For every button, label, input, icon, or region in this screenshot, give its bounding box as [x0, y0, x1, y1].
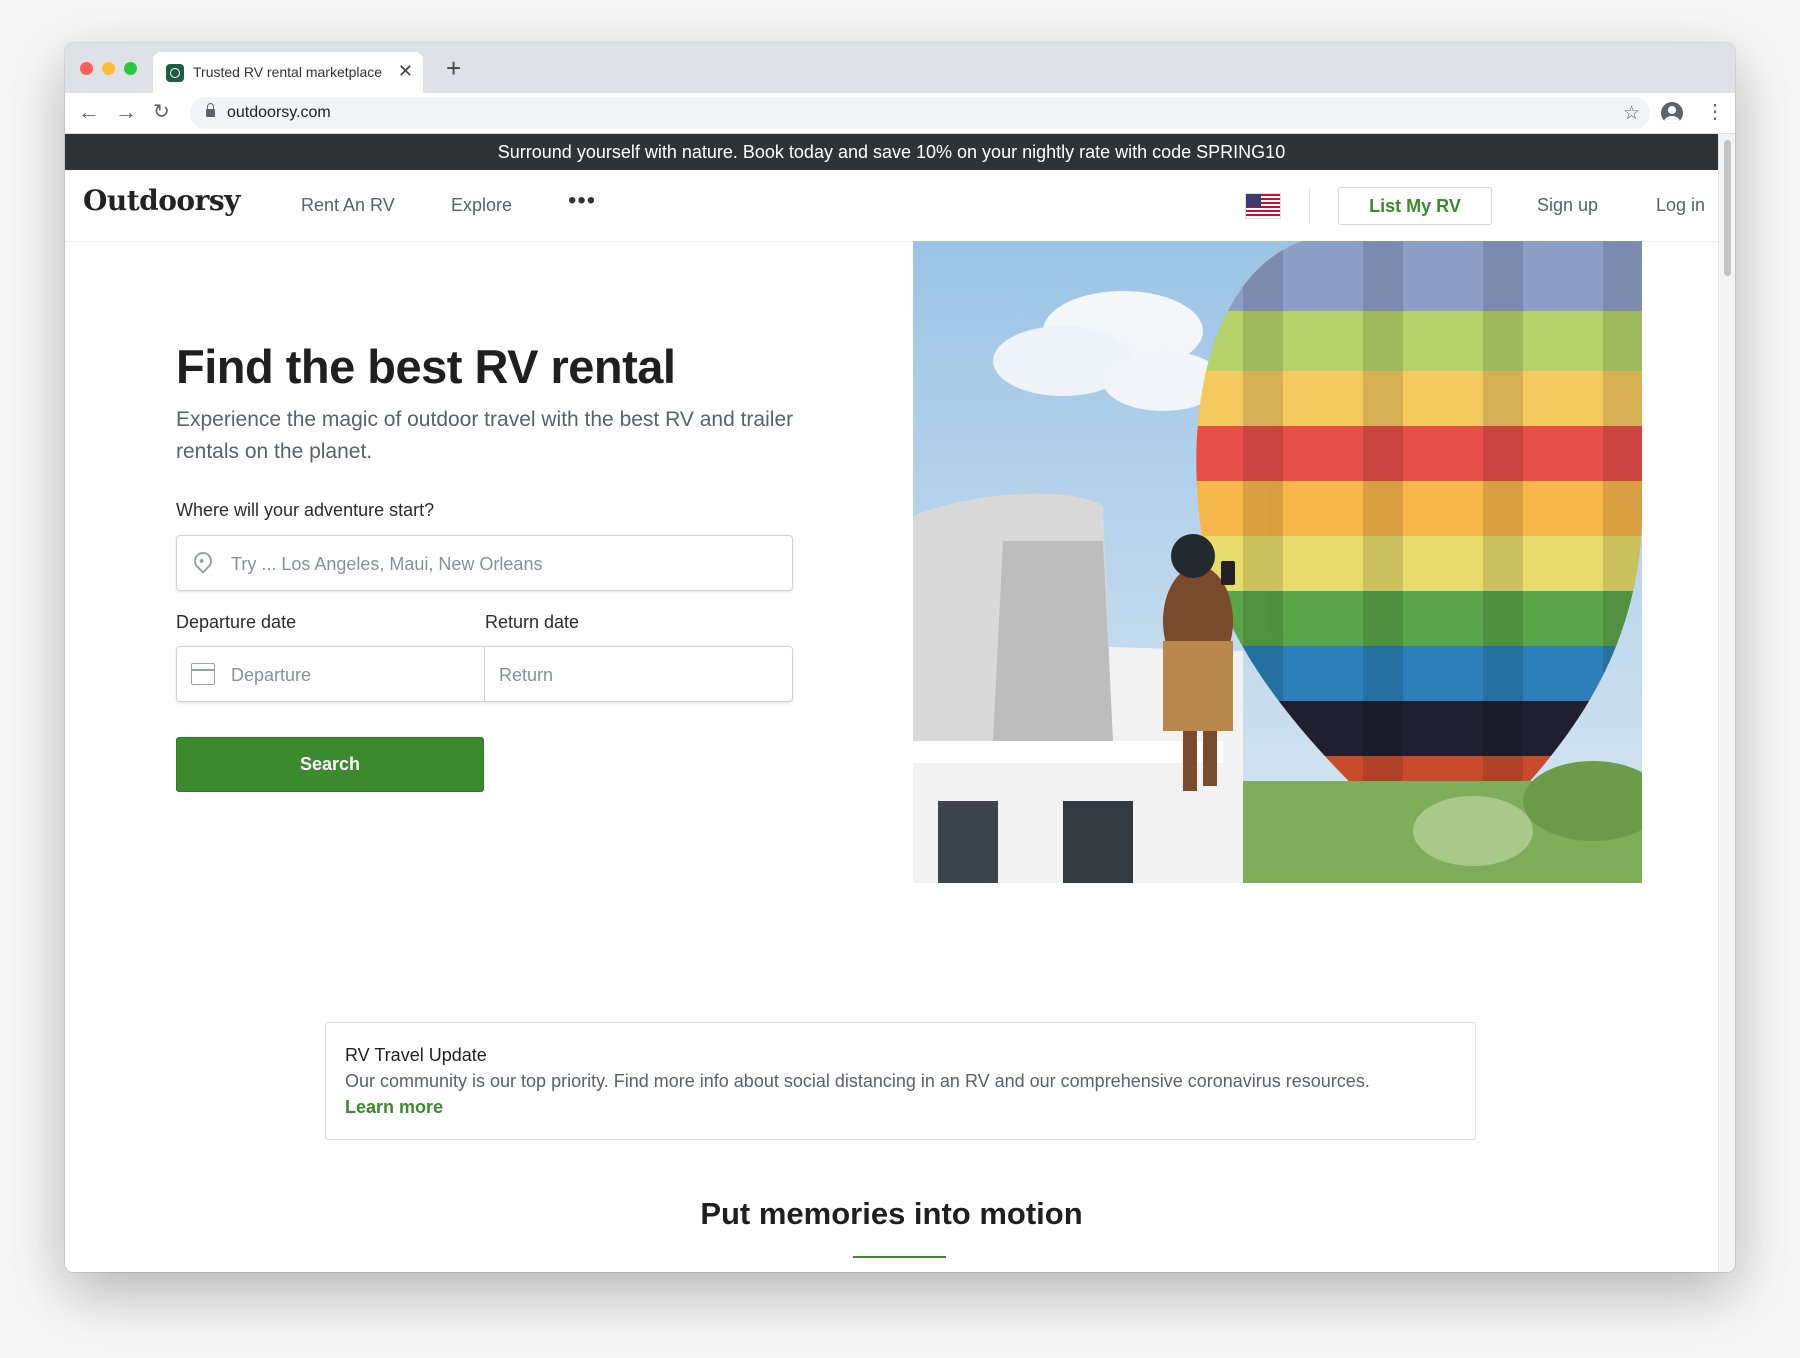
- location-label: Where will your adventure start?: [176, 500, 435, 520]
- departure-input[interactable]: [229, 647, 473, 703]
- vertical-scrollbar[interactable]: [1718, 134, 1735, 1272]
- address-bar[interactable]: outdoorsy.com ☆: [190, 97, 1650, 129]
- hero-photo-hot-air-balloon: [913, 241, 1642, 883]
- minimize-window-button[interactable]: [102, 62, 115, 75]
- url-text: outdoorsy.com: [227, 104, 331, 121]
- bookmark-star-icon[interactable]: ☆: [1623, 102, 1640, 125]
- return-input[interactable]: [497, 647, 781, 703]
- profile-avatar-icon[interactable]: [1661, 102, 1683, 124]
- browser-window: Trusted RV rental marketplace ✕ + ← → ↻ …: [65, 43, 1735, 1272]
- nav-explore[interactable]: Explore: [451, 195, 512, 216]
- close-window-button[interactable]: [80, 62, 93, 75]
- return-label: Return date: [485, 612, 580, 632]
- close-tab-icon[interactable]: ✕: [398, 61, 413, 81]
- nav-rent-an-rv[interactable]: Rent An RV: [301, 195, 395, 216]
- calendar-icon: [191, 663, 215, 685]
- reload-icon[interactable]: ↻: [153, 99, 170, 125]
- page-viewport: Surround yourself with nature. Book toda…: [65, 134, 1718, 1272]
- outdoorsy-logo[interactable]: Outdoorsy: [83, 184, 240, 217]
- forward-arrow-icon[interactable]: →: [115, 99, 137, 125]
- tab-title: Trusted RV rental marketplace: [193, 64, 383, 80]
- travel-update-notice: RV Travel Update Our community is our to…: [325, 1022, 1476, 1140]
- list-my-rv-button[interactable]: List My RV: [1338, 187, 1492, 225]
- outdoorsy-favicon-icon: [166, 64, 184, 82]
- browser-menu-icon[interactable]: ⋮: [1705, 99, 1725, 125]
- browser-tab[interactable]: Trusted RV rental marketplace ✕: [153, 52, 423, 93]
- location-field[interactable]: [176, 535, 793, 592]
- us-flag-icon[interactable]: [1245, 193, 1281, 219]
- departure-label: Departure date: [176, 612, 297, 632]
- scrollbar-thumb[interactable]: [1724, 140, 1731, 276]
- notice-title: RV Travel Update: [345, 1045, 487, 1065]
- section-title: Put memories into motion: [700, 1196, 1083, 1231]
- site-header: Outdoorsy Rent An RV Explore ••• List My…: [65, 170, 1718, 242]
- header-divider: [1309, 188, 1310, 224]
- hero-photo-illustration: [913, 241, 1642, 883]
- log-in-link[interactable]: Log in: [1656, 195, 1705, 216]
- search-button[interactable]: Search: [176, 737, 484, 792]
- date-range-field: [176, 646, 793, 703]
- map-pin-icon: [190, 548, 216, 574]
- hero-title: Find the best RV rental: [176, 340, 676, 393]
- learn-more-link[interactable]: Learn more: [345, 1097, 443, 1118]
- hero-subtitle: Experience the magic of outdoor travel w…: [176, 408, 794, 463]
- return-field[interactable]: [485, 647, 792, 703]
- promo-banner: Surround yourself with nature. Book toda…: [65, 134, 1718, 170]
- new-tab-button[interactable]: +: [446, 53, 461, 83]
- tab-bar: Trusted RV rental marketplace ✕ +: [65, 43, 1735, 93]
- lock-icon: [206, 103, 215, 117]
- maximize-window-button[interactable]: [124, 62, 137, 75]
- sign-up-link[interactable]: Sign up: [1537, 195, 1598, 216]
- departure-field[interactable]: [177, 647, 485, 703]
- more-menu-icon[interactable]: •••: [568, 187, 596, 215]
- section-underline: [853, 1256, 946, 1258]
- browser-toolbar: ← → ↻ outdoorsy.com ☆ ⋮: [65, 93, 1735, 134]
- location-input[interactable]: [229, 536, 773, 592]
- back-arrow-icon[interactable]: ←: [78, 99, 100, 125]
- notice-body: Our community is our top priority. Find …: [345, 1071, 1370, 1091]
